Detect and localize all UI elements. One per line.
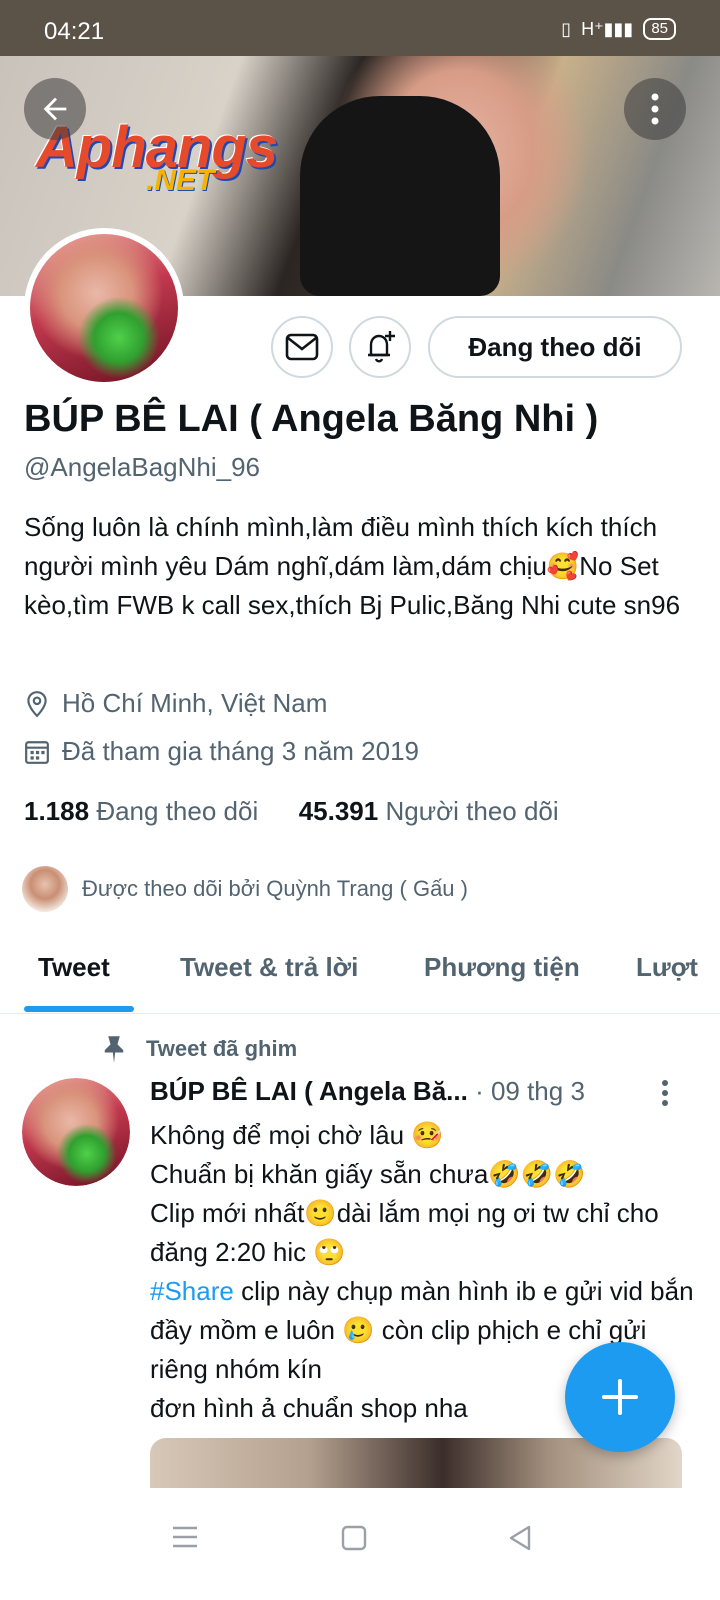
tweet-line: Clip mới nhất🙂dài lắm mọi ng ơi tw chỉ c… <box>150 1198 659 1267</box>
follower-avatar <box>20 864 70 914</box>
message-button[interactable] <box>271 316 333 378</box>
status-icons: ▯ H⁺▮▮▮ 85 <box>561 18 676 40</box>
banner-photo-subject <box>300 96 500 296</box>
battery-icon: 85 <box>643 18 676 40</box>
back-nav-button[interactable] <box>506 1524 534 1557</box>
calendar-icon <box>25 740 49 764</box>
joined-text: Đã tham gia tháng 3 năm 2019 <box>62 736 420 766</box>
plus-icon <box>602 1379 638 1415</box>
envelope-icon <box>285 333 319 361</box>
tweet-header: BÚP BÊ LAI ( Angela Bă... · 09 thg 3 <box>150 1076 585 1107</box>
location-pin-icon <box>27 690 47 717</box>
pin-icon <box>104 1036 124 1063</box>
profile-handle: @AngelaBagNhi_96 <box>24 452 261 482</box>
recent-apps-button[interactable] <box>170 1524 200 1555</box>
tweet-author-name[interactable]: BÚP BÊ LAI ( Angela Bă... <box>150 1076 468 1106</box>
following-link[interactable]: 1.188 Đang theo dõi <box>24 796 258 826</box>
status-bar: 04:21 ▯ H⁺▮▮▮ 85 <box>0 0 720 56</box>
profile-joined: Đã tham gia tháng 3 năm 2019 <box>24 736 419 767</box>
followers-label: Người theo dõi <box>385 796 559 826</box>
tweet-line: Không để mọi chờ lâu 🤒 <box>150 1120 444 1150</box>
triangle-back-icon <box>509 1525 531 1551</box>
profile-tabs: Tweet Tweet & trả lời Phương tiện Lượt <box>0 926 720 1014</box>
status-time: 04:21 <box>44 18 105 45</box>
followers-link[interactable]: 45.391 Người theo dõi <box>299 796 559 826</box>
profile-name: BÚP BÊ LAI ( Angela Băng Nhi ) <box>24 398 599 440</box>
following-button[interactable]: Đang theo dõi <box>428 316 682 378</box>
system-nav-bar <box>0 1488 720 1600</box>
profile-avatar[interactable] <box>24 228 184 388</box>
tab-media[interactable]: Phương tiện <box>424 952 580 983</box>
profile-bio: Sống luôn là chính mình,làm điều mình th… <box>24 512 681 620</box>
vibrate-icon: ▯ <box>561 18 572 39</box>
pinned-label: Tweet đã ghim <box>146 1036 298 1061</box>
followers-count: 45.391 <box>298 796 379 826</box>
more-vertical-icon <box>662 1080 668 1106</box>
tweet-date[interactable]: · 09 thg 3 <box>475 1076 585 1106</box>
tweet-author-avatar[interactable] <box>22 1078 130 1186</box>
profile-location: Hồ Chí Minh, Việt Nam <box>24 688 327 719</box>
tab-likes[interactable]: Lượt <box>636 952 698 983</box>
signal-icon: H⁺▮▮▮ <box>581 18 634 39</box>
location-text: Hồ Chí Minh, Việt Nam <box>62 688 328 718</box>
followed-by-text: Được theo dõi bởi Quỳnh Trang ( Gấu ) <box>82 876 468 901</box>
square-icon <box>341 1525 367 1551</box>
more-options-button[interactable] <box>624 78 686 140</box>
tweet-line: Chuẩn bị khăn giấy sẵn chưa🤣🤣🤣 <box>150 1159 586 1189</box>
tab-tweets-replies[interactable]: Tweet & trả lời <box>180 952 358 983</box>
hashtag-link[interactable]: #Share <box>150 1276 234 1306</box>
pinned-indicator: Tweet đã ghim <box>100 1034 297 1064</box>
watermark-logo-sub: .NET <box>146 164 215 197</box>
active-tab-indicator <box>24 1006 134 1012</box>
more-vertical-icon <box>651 93 659 125</box>
back-button[interactable] <box>24 78 86 140</box>
home-button[interactable] <box>340 1524 368 1557</box>
menu-icon <box>173 1526 197 1548</box>
following-count: 1.188 <box>24 796 90 826</box>
followed-by[interactable]: Được theo dõi bởi Quỳnh Trang ( Gấu ) <box>20 864 468 914</box>
following-label: Đang theo dõi <box>96 796 259 826</box>
arrow-left-icon <box>43 97 67 121</box>
profile-stats: 1.188 Đang theo dõi 45.391 Người theo dõ… <box>24 796 559 827</box>
bell-plus-icon <box>368 331 395 363</box>
compose-tweet-button[interactable] <box>565 1342 675 1452</box>
notifications-button[interactable] <box>349 316 411 378</box>
tweet-more-button[interactable] <box>660 1078 670 1113</box>
tab-tweets[interactable]: Tweet <box>38 952 110 983</box>
